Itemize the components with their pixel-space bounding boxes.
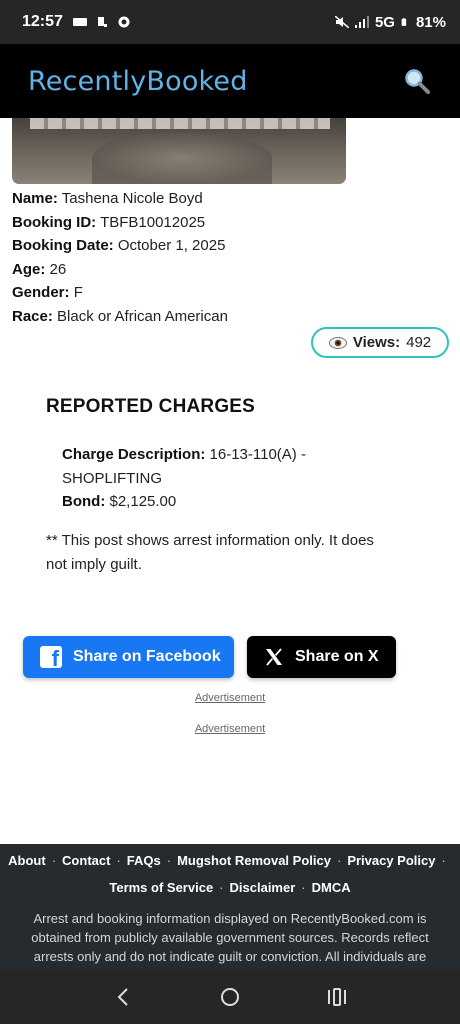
home-button[interactable] [210,977,250,1017]
share-x-label: Share on X [295,648,379,665]
bond-value: $2,125.00 [109,493,177,510]
video-notification-icon [72,18,87,26]
footer-separator: · [336,853,342,868]
footer-separator: · [166,853,172,868]
eye-icon [328,336,347,349]
views-badge: Views: 492 [311,327,449,358]
search-button[interactable] [402,66,432,96]
footer-links: About · Contact · FAQs · Mugshot Removal Polic… [0,844,460,901]
footer-separator: · [301,880,306,895]
footer-link-mugshot-removal[interactable]: Mugshot Removal Policy [177,853,331,868]
back-chevron-icon [117,988,129,1006]
info-value: October 1, 2025 [117,237,226,254]
info-value: TBFB10012025 [100,213,206,231]
recents-button[interactable] [317,977,357,1017]
footer-link-about[interactable]: About [8,853,46,868]
info-value: Black or African American [57,307,228,325]
footer-separator: · [219,880,224,895]
info-label: Booking ID: [12,213,97,231]
footer-legal-note: Arrest and booking information displayed… [31,911,429,964]
facebook-icon: f [40,646,62,668]
booking-info: Name: Tashena Nicole Boyd Booking ID: TB… [12,187,228,328]
info-row-gender: Gender: F [12,281,228,305]
status-bar: 12:57 5G 81% [0,0,460,44]
back-button[interactable] [103,977,143,1017]
site-footer: About · Contact · FAQs · Mugshot Removal Polic… [0,844,460,970]
notification-icons [72,16,131,28]
charges-heading: REPORTED CHARGES [46,396,256,417]
advertisement-link[interactable]: Advertisement [0,723,460,735]
footer-separator: · [116,853,121,868]
pin-notification-icon [97,17,107,27]
network-type: 5G [374,13,395,31]
footer-link-dmca[interactable]: DMCA [312,880,351,895]
footer-link-contact[interactable]: Contact [62,853,110,868]
x-logo-icon [266,648,282,666]
footer-separator: · [51,853,57,868]
mugshot-placard [30,118,330,129]
advertisement-link[interactable]: Advertisement [0,692,460,704]
info-value: 26 [49,260,67,278]
info-label: Gender: [12,284,70,301]
info-label: Race: [12,307,53,325]
system-nav-bar [0,970,460,1024]
info-label: Booking Date: [12,237,114,254]
footer-link-privacy[interactable]: Privacy Policy [347,853,435,868]
share-x-button[interactable]: Share on X [247,636,396,678]
signal-icon [354,16,369,28]
search-icon [405,69,430,94]
info-row-booking-id: Booking ID: TBFB10012025 [12,211,228,235]
status-right: 5G 81% [334,13,446,31]
battery-level: 81% [415,13,446,31]
mugshot-photo [12,118,346,184]
footer-link-faqs[interactable]: FAQs [127,853,161,868]
home-circle-icon [220,988,239,1006]
info-value: F [73,284,83,301]
charge-item: Charge Description: 16-13-110(A) - SHOPL… [62,443,332,514]
info-row-age: Age: 26 [12,258,228,282]
info-row-booking-date: Booking Date: October 1, 2025 [12,234,228,258]
mute-icon [334,16,349,28]
info-label: Age: [12,260,46,278]
battery-icon [401,18,407,26]
charge-description-label: Charge Description: [62,446,206,463]
views-label: Views: [352,334,401,351]
main-content: Name: Tashena Nicole Boyd Booking ID: TB… [0,118,460,844]
status-time: 12:57 [22,13,63,30]
views-count: 492 [406,334,432,351]
bond-label: Bond: [62,493,106,510]
footer-separator: · [441,853,446,868]
share-facebook-button[interactable]: f Share on Facebook [23,636,234,678]
site-logo-title[interactable]: RecentlyBooked [28,66,248,97]
app-notification-icon [118,16,130,28]
info-value: Tashena Nicole Boyd [61,190,203,207]
recent-apps-icon [327,988,346,1006]
charge-description: Charge Description: 16-13-110(A) - SHOPL… [62,443,332,490]
guilt-disclaimer: ** This post shows arrest information on… [46,532,374,573]
info-row-name: Name: Tashena Nicole Boyd [12,187,228,211]
site-header: RecentlyBooked [0,44,460,118]
mugshot-figure [92,132,272,184]
footer-link-disclaimer[interactable]: Disclaimer [230,880,296,895]
footer-link-terms[interactable]: Terms of Service [109,880,213,895]
share-facebook-label: Share on Facebook [73,648,221,665]
info-label: Name: [12,190,58,207]
info-row-race: Race: Black or African American [12,305,228,329]
charge-bond: Bond: $2,125.00 [62,490,332,514]
